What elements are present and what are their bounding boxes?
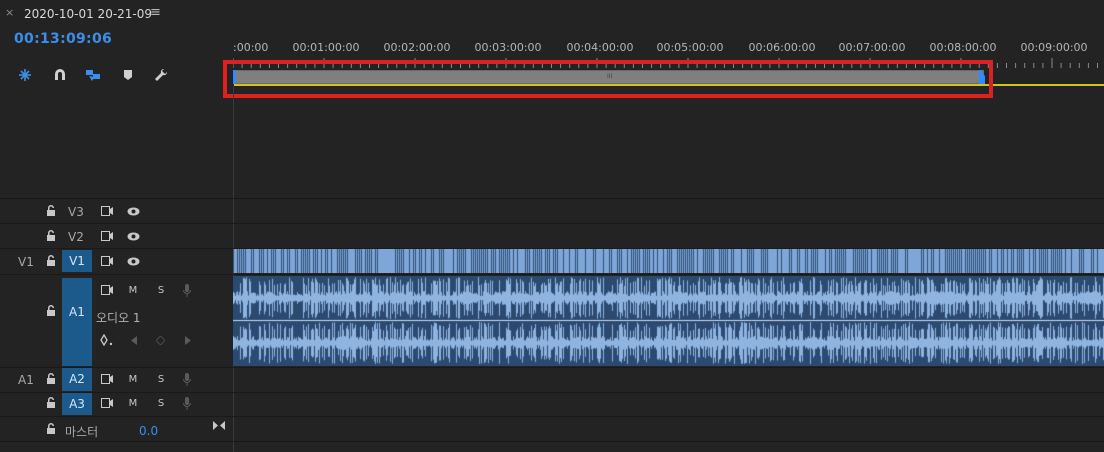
ruler-label: 00:03:00:00 xyxy=(474,41,542,54)
mute-button[interactable]: M xyxy=(127,397,139,409)
lock-icon[interactable] xyxy=(46,305,56,316)
timeline-settings-wrench-icon[interactable] xyxy=(152,66,170,84)
playhead-timecode[interactable]: 00:13:09:06 xyxy=(14,31,112,47)
close-tab-icon[interactable]: × xyxy=(5,6,14,19)
eye-icon[interactable] xyxy=(126,230,140,242)
work-area-indicator-line xyxy=(234,84,1104,86)
go-to-in-out-icon[interactable] xyxy=(212,419,226,431)
lock-icon[interactable] xyxy=(46,373,56,384)
add-keyframe-icon[interactable] xyxy=(154,334,166,346)
ruler-label: 00:07:00:00 xyxy=(838,41,906,54)
ruler-label: :00:00 xyxy=(233,41,269,54)
lock-icon[interactable] xyxy=(46,423,56,434)
lock-icon[interactable] xyxy=(46,255,56,266)
track-name-v3[interactable]: V3 xyxy=(68,205,84,219)
track-divider xyxy=(0,416,1104,417)
sequence-tab-title[interactable]: 2020-10-01 20-21-09 xyxy=(24,7,152,21)
timeline-tab-bar: × 2020-10-01 20-21-09 ≡ xyxy=(0,0,1104,30)
video-clip-stripes xyxy=(233,249,1104,273)
timeline-panel: × 2020-10-01 20-21-09 ≡ 00:13:09:06 :00:… xyxy=(0,0,1104,452)
sync-lock-icon[interactable] xyxy=(100,284,114,296)
ruler-label: 00:08:00:00 xyxy=(929,41,997,54)
audio-waveform xyxy=(233,276,1104,366)
source-patch-v1[interactable]: V1 xyxy=(18,255,34,269)
track-name-a3[interactable]: A3 xyxy=(62,393,92,415)
microphone-icon[interactable] xyxy=(181,283,193,297)
time-ruler[interactable]: :00:00 00:01:00:00 00:02:00:00 00:03:00:… xyxy=(233,36,1104,70)
sync-lock-icon[interactable] xyxy=(100,205,114,217)
eye-icon[interactable] xyxy=(126,255,140,267)
panel-menu-icon[interactable]: ≡ xyxy=(150,5,161,20)
track-name-v1[interactable]: V1 xyxy=(62,250,92,272)
track-name-a1[interactable]: A1 xyxy=(69,305,85,319)
volume-keyframe-icon[interactable] xyxy=(99,333,115,347)
ruler-label: 00:01:00:00 xyxy=(292,41,360,54)
lock-icon[interactable] xyxy=(46,205,56,216)
work-area-end-handle[interactable] xyxy=(979,70,985,84)
add-marker-icon[interactable] xyxy=(119,66,137,84)
microphone-icon[interactable] xyxy=(181,396,193,410)
next-keyframe-icon[interactable] xyxy=(183,334,193,346)
ruler-label: 00:02:00:00 xyxy=(383,41,451,54)
sync-lock-icon[interactable] xyxy=(100,230,114,242)
solo-button[interactable]: S xyxy=(155,397,167,409)
master-volume-value[interactable]: 0.0 xyxy=(139,424,158,438)
track-name-a2[interactable]: A2 xyxy=(62,368,92,391)
audio-clip-a1[interactable] xyxy=(233,276,1104,366)
track-divider xyxy=(0,223,1104,224)
mute-button[interactable]: M xyxy=(127,373,139,385)
video-clip-v1[interactable] xyxy=(233,249,1104,273)
ruler-label: 00:06:00:00 xyxy=(748,41,816,54)
track-name-v2[interactable]: V2 xyxy=(68,230,84,244)
master-track-name: 마스터 xyxy=(65,425,99,439)
track-divider xyxy=(0,441,1104,442)
eye-icon[interactable] xyxy=(126,205,140,217)
track-divider xyxy=(0,198,1104,199)
ruler-label: 00:09:00:00 xyxy=(1020,41,1088,54)
track-divider xyxy=(0,367,1104,368)
solo-button[interactable]: S xyxy=(155,373,167,385)
lock-icon[interactable] xyxy=(46,397,56,408)
mute-button[interactable]: M xyxy=(127,284,139,296)
ruler-label: 00:05:00:00 xyxy=(656,41,724,54)
work-area-grip[interactable]: III xyxy=(607,73,612,80)
snap-nest-icon[interactable] xyxy=(16,66,34,84)
prev-keyframe-icon[interactable] xyxy=(129,334,139,346)
track-divider xyxy=(0,274,1104,275)
linked-selection-icon[interactable] xyxy=(84,66,102,84)
sync-lock-icon[interactable] xyxy=(100,255,114,267)
lock-icon[interactable] xyxy=(46,230,56,241)
audio-track-label[interactable]: 오디오 1 xyxy=(96,309,141,326)
solo-button[interactable]: S xyxy=(155,284,167,296)
work-area-start-handle[interactable] xyxy=(233,70,236,84)
source-patch-a1[interactable]: A1 xyxy=(18,373,34,387)
snap-magnet-icon[interactable] xyxy=(51,66,69,84)
sync-lock-icon[interactable] xyxy=(100,373,114,385)
microphone-icon[interactable] xyxy=(181,372,193,386)
track-target-a1[interactable] xyxy=(62,278,92,366)
sync-lock-icon[interactable] xyxy=(100,397,114,409)
ruler-label: 00:04:00:00 xyxy=(566,41,634,54)
ruler-ticks xyxy=(233,58,1098,68)
track-divider xyxy=(0,392,1104,393)
work-area-bar[interactable]: III xyxy=(234,70,984,84)
